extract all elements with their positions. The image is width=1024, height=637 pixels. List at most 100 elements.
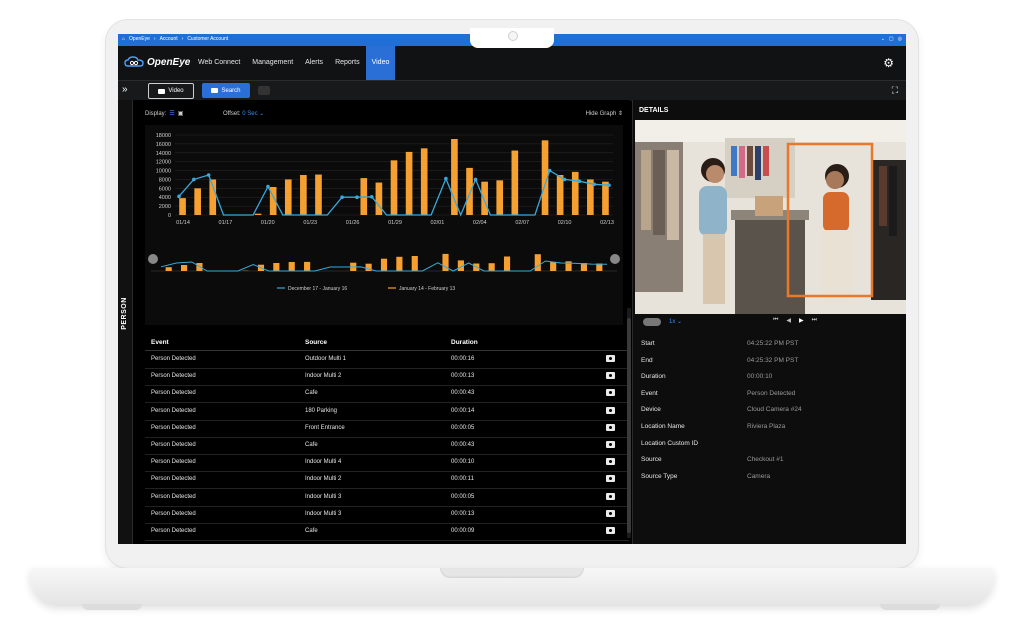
data-point [562,177,567,182]
duration-cell: 00:00:13 [451,373,475,380]
y-tick-label: 0 [168,213,171,219]
openeye-logo[interactable]: OpenEye [124,56,190,68]
event-cell: Person Detected [151,510,196,517]
image-view-icon[interactable]: ▣ [178,110,184,117]
play-pause-toggle[interactable] [643,318,661,326]
detail-field: Device Cloud Camera #24 [641,406,901,418]
event-cell: Person Detected [151,442,196,448]
x-tick-label: 02/13 [600,220,614,226]
overview-bar [304,261,311,271]
detail-value: Cloud Camera #24 [747,406,802,414]
table-row[interactable]: Person Detected Cafe 00:00:43 [145,385,629,404]
table-row[interactable]: Person DetectedIndoor Multi 100:00:14 [145,540,629,544]
breadcrumb-item[interactable]: Customer Account [187,36,228,42]
duration-cell: 00:00:13 [451,510,475,517]
search-button[interactable]: Search [202,83,250,98]
table-row[interactable]: Person Detected Cafe 00:00:09 [145,523,629,541]
overview-bar [288,262,295,271]
camera-icon[interactable] [606,372,615,380]
table-row[interactable]: Person Detected Indoor Multi 3 00:00:13 [145,506,629,524]
bar [405,151,413,215]
breadcrumb-item[interactable]: OpenEye [129,36,150,42]
display-label: Display: [145,110,167,117]
event-cell: Person Detected [151,407,196,414]
nav-item-video[interactable]: Video [365,46,396,80]
home-icon[interactable]: ⌂ [122,36,125,42]
store-scene-image [635,120,906,314]
skip-forward-icon[interactable]: ⏭ [812,317,817,324]
video-button[interactable]: Video [148,83,194,99]
list-view-icon[interactable]: ☰ [169,110,174,117]
offset-value[interactable]: 0 Sec [242,111,257,117]
gear-icon[interactable]: ⚙ [883,56,894,70]
source-cell: Indoor Multi 2 [305,476,342,483]
camera-icon[interactable] [606,441,615,448]
nav-item-management[interactable]: Management [246,46,299,80]
table-row[interactable]: Person Detected Outdoor Multi 1 00:00:16 [145,351,629,369]
camera-icon[interactable] [606,355,615,362]
table-row[interactable]: Person Detected Indoor Multi 4 00:00:10 [145,454,629,473]
table-row[interactable]: Person Detected Indoor Multi 2 00:00:13 [145,368,629,387]
x-tick-label: 01/29 [388,220,402,226]
laptop-base-groove [440,568,584,578]
offset-control[interactable]: Offset: 0 Sec ⌄ [223,110,264,117]
video-frame[interactable] [635,120,906,314]
play-icon[interactable]: ▶ [799,317,804,324]
table-row[interactable]: Person Detected Front Entrance 00:00:05 [145,420,629,438]
side-tab-label: PERSON [120,297,128,330]
detail-label: Event [641,389,658,397]
duration-cell: 00:00:09 [451,528,475,534]
window-icon[interactable]: ▢ [889,36,894,42]
step-back-icon[interactable]: ◀ [786,317,791,324]
overview-bar [273,263,280,271]
nav-item-web-connect[interactable]: Web Connect [192,46,246,80]
side-tab[interactable]: PERSON [118,100,133,544]
detail-value: 00:00:10 [747,373,773,381]
x-tick-label: 01/23 [303,220,317,226]
x-tick-label: 02/01 [431,220,445,226]
skip-back-icon[interactable]: ⏮ [773,317,778,324]
x-tick-label: 02/04 [473,220,487,226]
table-row[interactable]: Person Detected Indoor Multi 3 00:00:05 [145,489,629,507]
hide-graph-button[interactable]: Hide Graph ⇕ [586,110,623,117]
bar [179,198,186,215]
settings-icon[interactable]: ◎ [898,36,902,42]
nav-item-reports[interactable]: Reports [329,46,366,80]
camera-icon[interactable] [606,492,615,500]
camera-icon[interactable] [606,406,615,414]
bar [315,174,322,215]
table-row[interactable]: Person Detected 180 Parking 00:00:14 [145,403,629,421]
bar [481,181,488,215]
chevron-down-icon[interactable]: ⌄ [881,36,885,42]
camera-icon[interactable] [606,509,615,517]
expand-sidebar-icon[interactable]: » [122,84,128,95]
camera-icon[interactable] [606,475,615,483]
legend-label: January 14 - February 13 [399,286,455,292]
table-row[interactable]: Person Detected Indoor Multi 2 00:00:11 [145,471,629,490]
camera-icon[interactable] [606,527,615,534]
table-scrollbar[interactable] [627,308,631,538]
x-tick-label: 02/07 [515,220,529,226]
breadcrumb-item[interactable]: Account [160,36,178,42]
column-header-duration[interactable]: Duration [451,339,478,346]
breadcrumb: ⌂ OpenEye › Account › Customer Account [122,36,229,42]
range-handle-left[interactable] [148,254,158,264]
column-header-source[interactable]: Source [305,339,327,346]
data-point [547,168,552,173]
column-header-event[interactable]: Event [151,339,169,346]
data-point [369,194,374,199]
camera-icon[interactable] [606,458,615,466]
nav-item-alerts[interactable]: Alerts [299,46,329,80]
fullscreen-icon[interactable]: ⛶ [892,85,898,96]
camera-icon[interactable] [606,389,615,397]
camera-icon[interactable] [606,423,615,431]
search-button-label: Search [221,87,241,94]
table-row[interactable]: Person Detected Cafe 00:00:43 [145,437,629,455]
chevron-down-icon[interactable]: ⌄ [259,111,264,117]
range-handle-right[interactable] [610,254,620,264]
y-tick-label: 10000 [156,169,171,175]
duration-cell: 00:00:11 [451,476,474,483]
view-toggle[interactable] [258,86,270,95]
detail-field: Source Checkout #1 [641,456,901,468]
speed-select[interactable]: 1x ⌄ [669,318,682,325]
